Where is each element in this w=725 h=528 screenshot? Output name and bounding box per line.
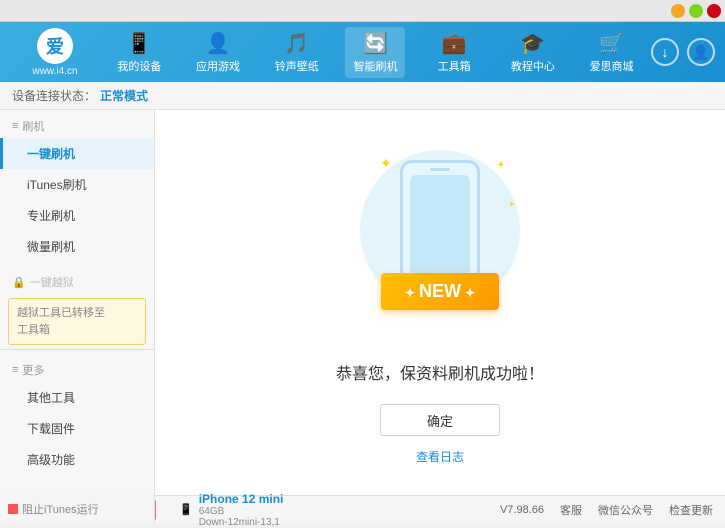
sparkle-3: ✦: [508, 200, 515, 209]
nav-item-tutorial[interactable]: 🎓 教程中心: [503, 27, 563, 78]
nav-items: 📱 我的设备 👤 应用游戏 🎵 铃声壁纸 🔄 智能刷机 💼 工具箱 🎓 教程中心…: [100, 27, 651, 78]
more-section-icon: ≡: [12, 364, 18, 376]
check-update-link[interactable]: 检查更新: [669, 502, 713, 518]
main-layout: ≡ 刷机 一键刷机 iTunes刷机 专业刷机 微量刷机 🔒 一键越狱 越狱工具…: [0, 110, 725, 495]
sidebar-divider: [0, 349, 154, 350]
status-bar: 设备连接状态： 正常模式: [0, 82, 725, 110]
view-daily-link[interactable]: 查看日志: [416, 448, 464, 465]
itunes-status: 阻止iTunes运行: [0, 495, 155, 523]
new-ribbon: NEW: [381, 273, 499, 310]
nav-item-ringtones[interactable]: 🎵 铃声壁纸: [267, 27, 327, 78]
nav-label-toolbox: 工具箱: [438, 58, 471, 74]
sidebar-section-jailbreak: 🔒 一键越狱: [0, 266, 154, 294]
logo-area: 爱 www.i4.cn: [10, 28, 100, 77]
status-label: 设备连接状态：: [12, 87, 96, 104]
itunes-status-label: 阻止iTunes运行: [22, 501, 99, 517]
nav-item-apps-games[interactable]: 👤 应用游戏: [188, 27, 248, 78]
smart-flash-icon: 🔄: [363, 31, 388, 56]
download-button[interactable]: ↓: [651, 38, 679, 66]
mall-icon: 🛒: [599, 31, 624, 56]
bottom-bar: 自动解运 跳过向导 📱 iPhone 12 mini 64GB Down-12m…: [0, 495, 725, 523]
phone-speaker: [430, 168, 450, 171]
flash-section-icon: ≡: [12, 120, 18, 132]
header-right: ↓ 👤: [651, 38, 715, 66]
device-name: iPhone 12 mini: [199, 492, 284, 506]
status-value: 正常模式: [100, 87, 148, 104]
success-illustration: ✦ ✦ ✦ NEW: [350, 140, 530, 340]
user-button[interactable]: 👤: [687, 38, 715, 66]
ringtones-icon: 🎵: [284, 31, 309, 56]
title-bar: [0, 0, 725, 22]
more-section-label: 更多: [22, 362, 44, 378]
sidebar-item-other-tools[interactable]: 其他工具: [0, 382, 154, 413]
sparkle-2: ✦: [497, 160, 505, 171]
apps-icon: 👤: [206, 31, 231, 56]
device-storage: 64GB: [199, 506, 284, 517]
nav-item-mall[interactable]: 🛒 爱思商城: [582, 27, 642, 78]
nav-item-toolbox[interactable]: 💼 工具箱: [424, 27, 484, 78]
success-text: 恭喜您，保资料刷机成功啦！: [336, 360, 544, 384]
bottom-right: V7.98.66 客服 微信公众号 检查更新: [500, 502, 713, 518]
nav-label-apps-games: 应用游戏: [196, 58, 240, 74]
device-details: iPhone 12 mini 64GB Down-12mini-13,1: [199, 492, 284, 528]
nav-label-smart-flash: 智能刷机: [353, 58, 397, 74]
sidebar: ≡ 刷机 一键刷机 iTunes刷机 专业刷机 微量刷机 🔒 一键越狱 越狱工具…: [0, 110, 155, 495]
toolbox-icon: 💼: [442, 31, 467, 56]
device-firmware: Down-12mini-13,1: [199, 517, 284, 528]
device-info: 📱 iPhone 12 mini 64GB Down-12mini-13,1: [167, 492, 500, 528]
sidebar-item-itunes-flash[interactable]: iTunes刷机: [0, 169, 154, 200]
content-area: ✦ ✦ ✦ NEW 恭喜您，保资料刷机成功啦！ 确定 查看日志: [155, 110, 725, 495]
nav-label-my-device: 我的设备: [117, 58, 161, 74]
lock-icon: 🔒: [12, 276, 26, 289]
confirm-button[interactable]: 确定: [380, 404, 500, 436]
sidebar-section-more: ≡ 更多: [0, 354, 154, 382]
sidebar-item-pro-flash[interactable]: 专业刷机: [0, 200, 154, 231]
sidebar-item-advanced[interactable]: 高级功能: [0, 444, 154, 475]
nav-item-smart-flash[interactable]: 🔄 智能刷机: [345, 27, 405, 78]
customer-service-link[interactable]: 客服: [560, 502, 582, 518]
nav-label-mall: 爱思商城: [590, 58, 634, 74]
device-icon: 📱: [127, 31, 152, 56]
sidebar-item-one-click-flash[interactable]: 一键刷机: [0, 138, 154, 169]
flash-section-label: 刷机: [22, 118, 44, 134]
stop-icon: [8, 504, 18, 514]
nav-item-my-device[interactable]: 📱 我的设备: [109, 27, 169, 78]
version-label: V7.98.66: [500, 504, 544, 516]
nav-label-tutorial: 教程中心: [511, 58, 555, 74]
minimize-button[interactable]: [671, 4, 685, 18]
sidebar-item-micro-flash[interactable]: 微量刷机: [0, 231, 154, 262]
sparkle-1: ✦: [380, 155, 392, 172]
jailbreak-notice: 越狱工具已转移至 工具箱: [8, 298, 146, 345]
phone-screen: [410, 175, 470, 284]
jailbreak-label: 一键越狱: [30, 274, 74, 290]
sidebar-section-flash: ≡ 刷机: [0, 110, 154, 138]
logo-text: www.i4.cn: [32, 66, 77, 77]
nav-label-ringtones: 铃声壁纸: [275, 58, 319, 74]
sidebar-item-download-firmware[interactable]: 下载固件: [0, 413, 154, 444]
device-phone-icon: 📱: [179, 503, 193, 516]
close-button[interactable]: [707, 4, 721, 18]
tutorial-icon: 🎓: [520, 31, 545, 56]
header: 爱 www.i4.cn 📱 我的设备 👤 应用游戏 🎵 铃声壁纸 🔄 智能刷机 …: [0, 22, 725, 82]
maximize-button[interactable]: [689, 4, 703, 18]
wechat-link[interactable]: 微信公众号: [598, 502, 653, 518]
logo-icon: 爱: [37, 28, 73, 64]
